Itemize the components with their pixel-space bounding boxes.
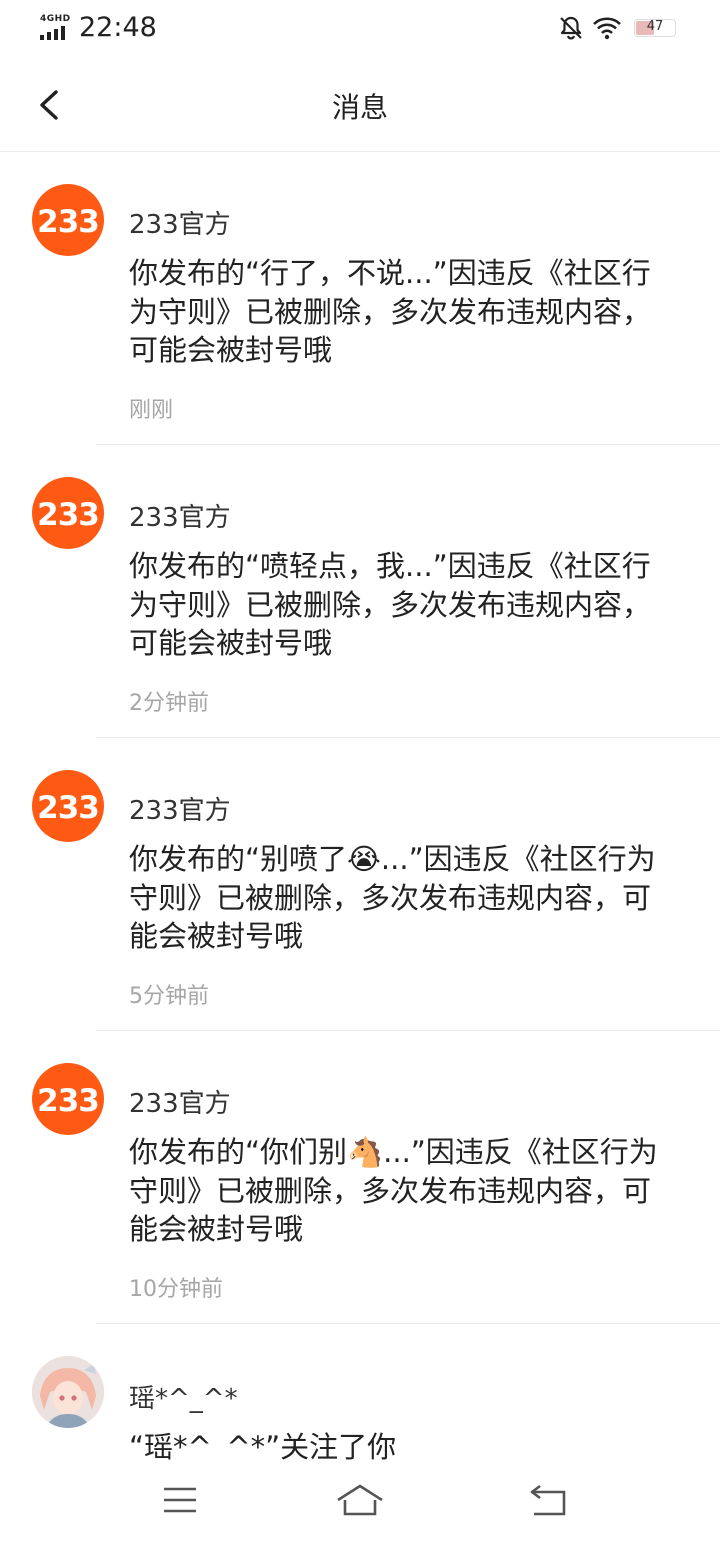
message-item[interactable]: 233 233官方 你发布的“行了，不说...”因违反《社区行为守则》已被删除，… [0,152,720,445]
sender-name: 233官方 [129,210,231,240]
message-text: 你发布的“喷轻点，我...”因违反《社区行为守则》已被删除，多次发布违规内容，可… [129,549,652,660]
page-title: 消息 [331,91,388,124]
message-time: 10分钟前 [129,1277,223,1302]
clock: 22:48 [79,12,157,43]
navigation-bar [0,1460,720,1544]
message-time: 刚刚 [129,398,174,423]
return-icon[interactable] [520,1478,580,1522]
signal-icon: 4GHD [40,14,72,40]
message-item[interactable]: 233 233官方 你发布的“别喷了😭...”因违反《社区行为守则》已被删除，多… [0,738,720,1031]
message-item[interactable]: 233 233官方 你发布的“你们别🐴...”因违反《社区行为守则》已被删除，多… [0,1031,720,1324]
bell-off-icon [560,16,582,40]
official-avatar[interactable]: 233 [32,1063,104,1135]
official-logo: 233 [37,790,100,826]
network-type: 4GHD [40,14,71,24]
wifi-icon [593,17,621,40]
sender-name: 233官方 [129,1089,231,1119]
follow-notification[interactable]: 瑶*^_^* “瑶*^_^*”关注了你 [0,1324,720,1464]
message-time: 2分钟前 [129,691,209,716]
official-avatar[interactable]: 233 [32,770,104,842]
status-bar: 4GHD 22:48 47 [0,0,720,58]
message-text: 你发布的“别喷了😭...”因违反《社区行为守则》已被删除，多次发布违规内容，可能… [129,842,656,953]
sender-name: 233官方 [129,796,231,826]
official-logo: 233 [37,204,100,240]
follower-name: 瑶*^_^* [129,1384,238,1414]
official-avatar[interactable]: 233 [32,477,104,549]
battery-icon: 47 [634,19,676,37]
official-logo: 233 [37,497,100,533]
official-logo: 233 [37,1083,100,1119]
message-list: 233 233官方 你发布的“行了，不说...”因违反《社区行为守则》已被删除，… [0,152,720,1464]
header: 消息 [0,58,720,152]
message-time: 5分钟前 [129,984,209,1009]
home-icon[interactable] [330,1478,390,1522]
menu-icon[interactable] [150,1478,210,1522]
message-item[interactable]: 233 233官方 你发布的“喷轻点，我...”因违反《社区行为守则》已被删除，… [0,445,720,738]
user-avatar[interactable] [32,1356,104,1428]
official-avatar[interactable]: 233 [32,184,104,256]
battery-level: 47 [646,19,664,34]
message-text: 你发布的“你们别🐴...”因违反《社区行为守则》已被删除，多次发布违规内容，可能… [129,1135,658,1246]
sender-name: 233官方 [129,503,231,533]
message-text: 你发布的“行了，不说...”因违反《社区行为守则》已被删除，多次发布违规内容，可… [129,256,652,367]
